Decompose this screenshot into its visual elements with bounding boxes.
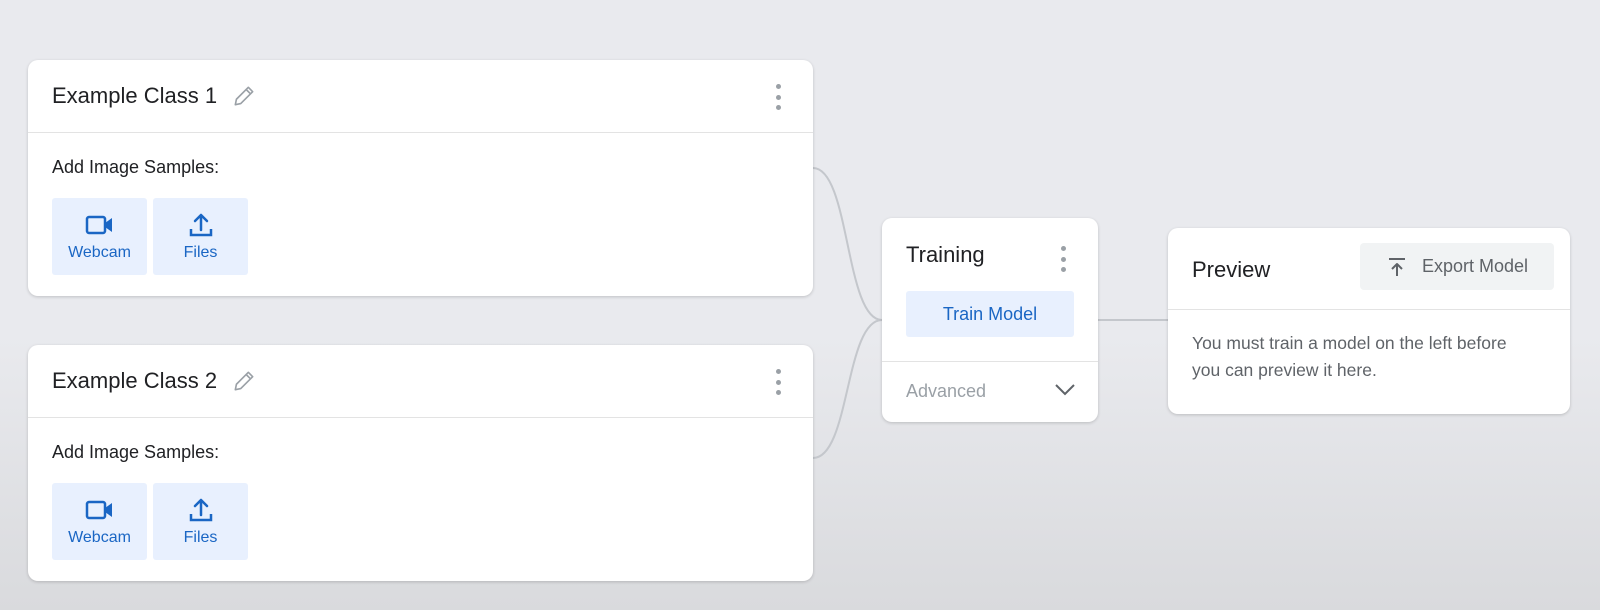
webcam-label: Webcam: [68, 528, 131, 546]
files-label: Files: [183, 528, 218, 546]
class-card-header: Example Class 1: [28, 60, 813, 133]
advanced-toggle[interactable]: Advanced: [882, 361, 1098, 422]
export-model-button[interactable]: Export Model: [1360, 243, 1554, 290]
more-vert-icon[interactable]: [773, 369, 783, 395]
training-title: Training: [906, 242, 985, 267]
sample-buttons: Webcam Files: [52, 483, 813, 560]
export-icon: [1388, 257, 1405, 276]
files-button[interactable]: Files: [153, 483, 248, 560]
pencil-icon[interactable]: [231, 368, 257, 394]
webcam-label: Webcam: [68, 243, 131, 261]
training-card: Training Train Model Advanced: [882, 218, 1098, 422]
class-card-2: Example Class 2 Add Image Samples: Webca…: [28, 345, 813, 581]
chevron-down-icon: [1055, 384, 1075, 396]
samples-label: Add Image Samples:: [52, 157, 220, 177]
webcam-icon: [85, 500, 112, 519]
class-title[interactable]: Example Class 2: [52, 368, 217, 394]
files-button[interactable]: Files: [153, 198, 248, 275]
preview-message: You must train a model on the left befor…: [1192, 333, 1507, 380]
samples-label: Add Image Samples:: [52, 442, 220, 462]
preview-header: Preview Export Model: [1168, 228, 1570, 310]
pencil-icon[interactable]: [231, 83, 257, 109]
files-label: Files: [183, 243, 218, 261]
webcam-button[interactable]: Webcam: [52, 483, 147, 560]
export-model-label: Export Model: [1421, 256, 1529, 276]
class-title[interactable]: Example Class 1: [52, 83, 217, 109]
class-card-header: Example Class 2: [28, 345, 813, 418]
preview-card: Preview Export Model You must train a mo…: [1168, 228, 1570, 414]
connector-class2-training: [812, 319, 883, 459]
sample-buttons: Webcam Files: [52, 198, 813, 275]
webcam-button[interactable]: Webcam: [52, 198, 147, 275]
train-model-button[interactable]: Train Model: [906, 291, 1074, 337]
more-vert-icon[interactable]: [1058, 246, 1068, 272]
preview-title: Preview: [1192, 257, 1271, 282]
more-vert-icon[interactable]: [773, 84, 783, 110]
class-card-1: Example Class 1 Add Image Samples: Webca…: [28, 60, 813, 296]
upload-icon: [189, 213, 212, 236]
upload-icon: [189, 498, 212, 521]
webcam-icon: [85, 215, 112, 234]
advanced-label: Advanced: [906, 381, 987, 401]
connector-class1-training: [812, 167, 883, 321]
